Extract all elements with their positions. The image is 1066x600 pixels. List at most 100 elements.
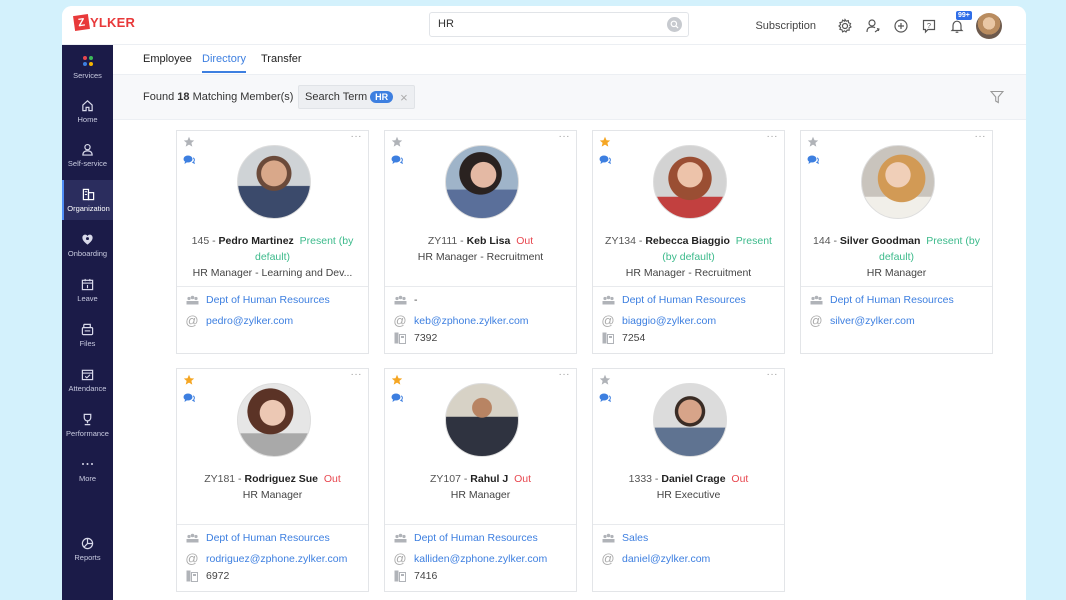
department-row: Dept of Human Resources xyxy=(185,532,330,544)
employee-card[interactable]: ··· 1333 - Daniel Crage Out HR Executive… xyxy=(592,368,785,592)
chat-icon[interactable] xyxy=(599,152,612,170)
employee-photo[interactable] xyxy=(445,383,519,457)
employee-photo[interactable] xyxy=(237,145,311,219)
card-header: ··· ZY107 - Rahul J Out HR Manager xyxy=(385,369,576,525)
bell-icon[interactable]: 99+ xyxy=(948,11,972,35)
employee-card[interactable]: ··· ZY134 - Rebecca Biaggio Present (by … xyxy=(592,130,785,354)
email-link[interactable]: daniel@zylker.com xyxy=(622,553,710,565)
filter-icon[interactable] xyxy=(989,90,1005,109)
star-icon[interactable] xyxy=(183,373,195,391)
organization-icon xyxy=(82,187,96,201)
department-row: Dept of Human Resources xyxy=(601,294,746,306)
employee-name[interactable]: Daniel Crage xyxy=(661,473,725,485)
star-icon[interactable] xyxy=(807,135,819,153)
employee-designation: HR Manager xyxy=(242,489,303,501)
employee-name-line: 1333 - Daniel Crage Out HR Executive xyxy=(597,471,780,503)
department-link[interactable]: Dept of Human Resources xyxy=(206,532,330,544)
person-icon xyxy=(81,142,95,156)
sidebar-item-performance[interactable]: Performance xyxy=(62,405,113,445)
department-link[interactable]: - xyxy=(414,294,418,306)
employee-name[interactable]: Rahul J xyxy=(470,473,508,485)
search-icon[interactable] xyxy=(667,17,682,32)
department-icon xyxy=(185,295,199,305)
email-link[interactable]: pedro@zylker.com xyxy=(206,315,293,327)
employee-photo[interactable] xyxy=(861,145,935,219)
employee-id: ZY111 xyxy=(427,235,458,247)
chat-icon[interactable] xyxy=(391,152,404,170)
card-more-menu[interactable]: ··· xyxy=(767,369,779,380)
sidebar-item-more[interactable]: More xyxy=(62,450,113,490)
sidebar-item-attendance[interactable]: Attendance xyxy=(62,360,113,400)
card-more-menu[interactable]: ··· xyxy=(559,369,571,380)
sidebar-item-reports[interactable]: Reports xyxy=(62,529,113,569)
employee-photo[interactable] xyxy=(653,145,727,219)
card-more-menu[interactable]: ··· xyxy=(351,131,363,142)
department-link[interactable]: Dept of Human Resources xyxy=(414,532,538,544)
employee-photo[interactable] xyxy=(237,383,311,457)
employee-photo[interactable] xyxy=(445,145,519,219)
tab-transfer[interactable]: Transfer xyxy=(261,53,302,71)
sidebar-item-leave[interactable]: Leave xyxy=(62,270,113,310)
card-more-menu[interactable]: ··· xyxy=(351,369,363,380)
user-avatar[interactable] xyxy=(976,13,1002,39)
email-link[interactable]: keb@zphone.zylker.com xyxy=(414,315,529,327)
at-icon: @ xyxy=(393,551,407,566)
department-link[interactable]: Dept of Human Resources xyxy=(206,294,330,306)
employee-card[interactable]: ··· 145 - Pedro Martinez Present (by def… xyxy=(176,130,369,354)
star-icon[interactable] xyxy=(599,373,611,391)
pie-chart-icon xyxy=(81,536,95,550)
sidebar-item-onboarding[interactable]: Onboarding xyxy=(62,225,113,265)
tab-directory[interactable]: Directory xyxy=(202,53,247,73)
search-input[interactable] xyxy=(438,18,658,30)
employee-name[interactable]: Pedro Martinez xyxy=(219,235,294,247)
tab-employee[interactable]: Employee xyxy=(143,53,192,71)
sidebar-item-organization[interactable]: Organization xyxy=(62,180,113,220)
department-link[interactable]: Sales xyxy=(622,532,648,544)
department-link[interactable]: Dept of Human Resources xyxy=(830,294,954,306)
email-link[interactable]: rodriguez@zphone.zylker.com xyxy=(206,553,347,565)
card-more-menu[interactable]: ··· xyxy=(559,131,571,142)
chat-icon[interactable] xyxy=(807,152,820,170)
employee-name[interactable]: Rodriguez Sue xyxy=(244,473,318,485)
chat-icon[interactable] xyxy=(391,390,404,408)
sidebar-item-self-service[interactable]: Self-service xyxy=(62,135,113,175)
add-icon[interactable] xyxy=(892,17,910,35)
star-icon[interactable] xyxy=(391,135,403,153)
sidebar-item-files[interactable]: Files xyxy=(62,315,113,355)
employee-card[interactable]: ··· ZY111 - Keb Lisa Out HR Manager - Re… xyxy=(384,130,577,354)
subscription-link[interactable]: Subscription xyxy=(755,20,816,32)
sidebar-item-home[interactable]: Home xyxy=(62,91,113,131)
help-icon[interactable]: ? xyxy=(920,17,938,35)
employee-card[interactable]: ··· ZY181 - Rodriguez Sue Out HR Manager… xyxy=(176,368,369,592)
employee-name[interactable]: Keb Lisa xyxy=(467,235,511,247)
svg-text:?: ? xyxy=(927,21,931,30)
zylker-logo[interactable]: Z YLKER xyxy=(73,14,135,31)
star-icon[interactable] xyxy=(599,135,611,153)
chat-icon[interactable] xyxy=(183,390,196,408)
card-more-menu[interactable]: ··· xyxy=(767,131,779,142)
employee-photo[interactable] xyxy=(653,383,727,457)
email-link[interactable]: biaggio@zylker.com xyxy=(622,315,716,327)
department-link[interactable]: Dept of Human Resources xyxy=(622,294,746,306)
employee-name[interactable]: Rebecca Biaggio xyxy=(645,235,730,247)
star-icon[interactable] xyxy=(183,135,195,153)
email-link[interactable]: kalliden@zphone.zylker.com xyxy=(414,553,547,565)
employee-name[interactable]: Silver Goodman xyxy=(840,235,921,247)
star-icon[interactable] xyxy=(391,373,403,391)
employee-designation: HR Manager - Recruitment xyxy=(417,251,544,263)
employee-card[interactable]: ··· 144 - Silver Goodman Present (by def… xyxy=(800,130,993,354)
settings-icon[interactable] xyxy=(836,17,854,35)
more-dots-icon xyxy=(81,457,95,471)
user-switch-icon[interactable] xyxy=(864,17,882,35)
department-row: - xyxy=(393,294,418,306)
card-more-menu[interactable]: ··· xyxy=(975,131,987,142)
chat-icon[interactable] xyxy=(599,390,612,408)
employee-name-line: ZY107 - Rahul J Out HR Manager xyxy=(389,471,572,503)
chat-icon[interactable] xyxy=(183,152,196,170)
sidebar-item-services[interactable]: Services xyxy=(62,47,113,87)
search-term-value: HR xyxy=(370,91,394,103)
card-header: ··· 1333 - Daniel Crage Out HR Executive xyxy=(593,369,784,525)
employee-card[interactable]: ··· ZY107 - Rahul J Out HR Manager Dept … xyxy=(384,368,577,592)
email-link[interactable]: silver@zylker.com xyxy=(830,315,915,327)
clear-search-term-icon[interactable]: × xyxy=(400,91,408,104)
